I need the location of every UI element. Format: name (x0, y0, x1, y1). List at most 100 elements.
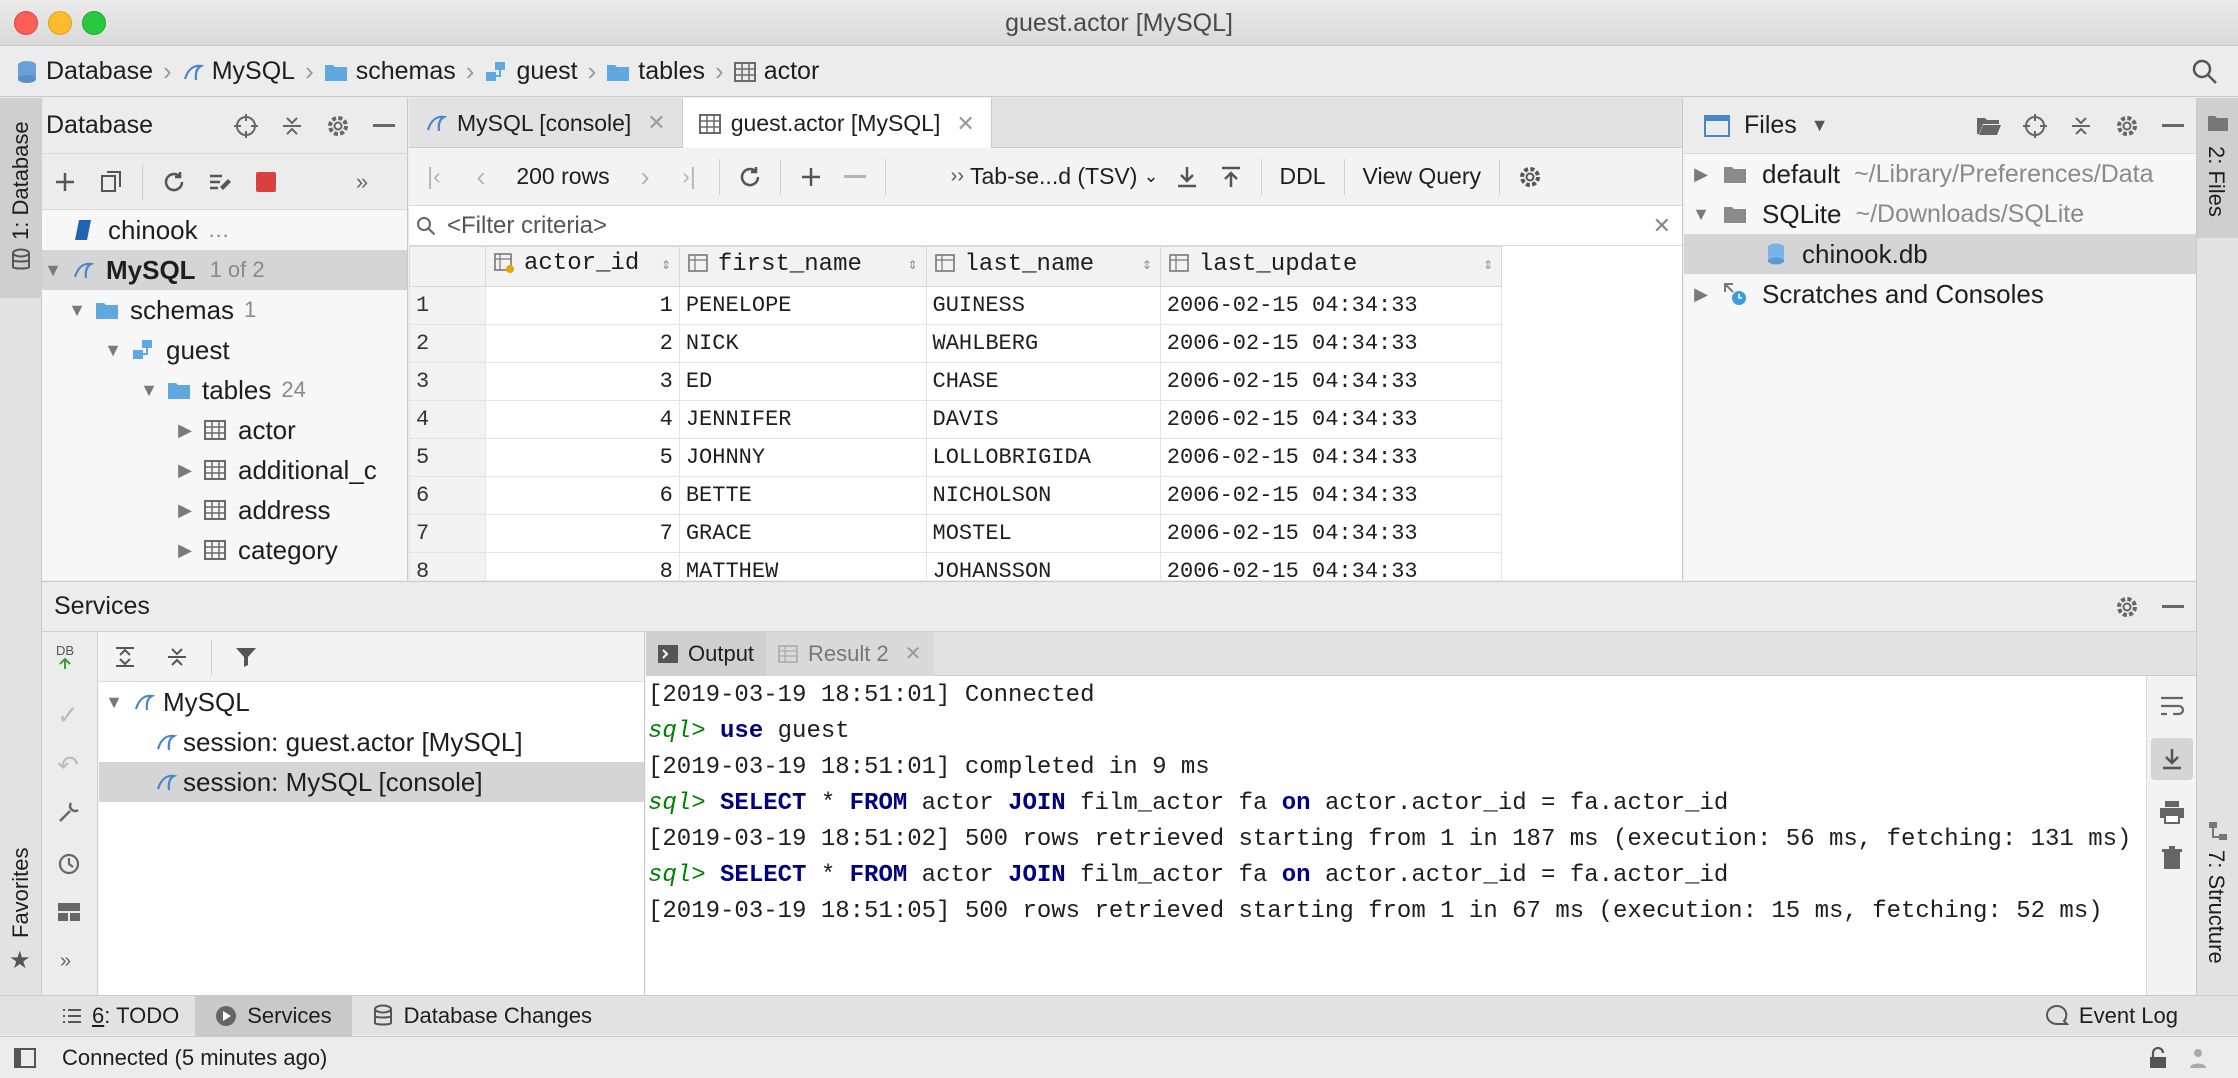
table-row[interactable]: 6 6 BETTE NICHOLSON 2006-02-15 04:34:33 (409, 476, 1502, 515)
services-item-mysql[interactable]: ▼ MySQL (99, 682, 644, 722)
first-name-cell[interactable]: NICK (678, 324, 927, 363)
print-icon[interactable] (2159, 800, 2185, 824)
files-item-default[interactable]: ▶ default ~/Library/Preferences/Data (1684, 154, 2196, 194)
copy-icon[interactable] (88, 170, 134, 194)
tab-result-2[interactable]: Result 2 ✕ (766, 631, 934, 676)
tool-windows-toggle-icon[interactable] (0, 1047, 50, 1068)
history-icon[interactable] (57, 852, 81, 876)
files-item-scratches[interactable]: ▶ Scratches and Consoles (1684, 274, 2196, 314)
structure-tool-tab[interactable]: 7: Structure (2203, 850, 2229, 964)
console-output[interactable]: [2019-03-19 18:51:01] Connected sql> use … (646, 676, 2178, 996)
tree-item-category[interactable]: ▶ category (42, 530, 407, 570)
rollback-icon[interactable]: ↶ (57, 750, 79, 781)
delete-row-icon[interactable] (833, 148, 877, 206)
services-item-session-console[interactable]: session: MySQL [console] (99, 762, 644, 802)
sort-icon[interactable]: ⇕ (1483, 254, 1493, 274)
collapse-icon[interactable] (269, 114, 315, 138)
last-update-cell[interactable]: 2006-02-15 04:34:33 (1159, 286, 1502, 325)
last-name-cell[interactable]: LOLLOBRIGIDA (925, 438, 1161, 477)
expand-all-icon[interactable] (99, 645, 151, 669)
panel-title[interactable]: Files (1744, 111, 1797, 140)
collapse-icon[interactable] (2058, 114, 2104, 138)
first-page-icon[interactable]: |‹ (409, 148, 459, 206)
tree-item-schemas[interactable]: ▼ schemas 1 (42, 290, 407, 330)
ddl-button[interactable]: DDL (1270, 148, 1336, 206)
actor-id-cell[interactable]: 3 (485, 362, 680, 401)
actor-id-cell[interactable]: 4 (485, 400, 680, 439)
tree-item-guest[interactable]: ▼ guest (42, 330, 407, 370)
breadcrumb-schemas[interactable]: schemas (324, 57, 456, 86)
close-icon[interactable]: ✕ (647, 110, 665, 136)
table-row[interactable]: 7 7 GRACE MOSTEL 2006-02-15 04:34:33 (409, 514, 1502, 553)
actor-id-cell[interactable]: 1 (485, 286, 680, 325)
last-update-cell[interactable]: 2006-02-15 04:34:33 (1159, 400, 1502, 439)
first-name-cell[interactable]: BETTE (678, 476, 927, 515)
minimize-icon[interactable] (2150, 123, 2196, 128)
crosshair-icon[interactable] (223, 113, 269, 139)
layout-icon[interactable] (57, 902, 81, 922)
breadcrumb-database[interactable]: Database (16, 57, 153, 86)
table-row[interactable]: 8 8 MATTHEW JOHANSSON 2006-02-15 04:34:33 (409, 552, 1502, 580)
breadcrumb-mysql[interactable]: MySQL (182, 57, 295, 86)
tree-item-tables[interactable]: ▼ tables 24 (42, 370, 407, 410)
last-name-cell[interactable]: WAHLBERG (925, 324, 1161, 363)
inspector-icon[interactable] (2178, 1047, 2218, 1069)
export-format-dropdown[interactable]: Tab-se...d (TSV) ⌄ (964, 148, 1165, 206)
column-header-first-name[interactable]: first_name ⇕ (678, 246, 927, 287)
tree-item-mysql[interactable]: ▼ MySQL 1 of 2 (42, 250, 407, 290)
tab-guest-actor[interactable]: guest.actor [MySQL] ✕ (682, 98, 992, 149)
more-icon[interactable]: » (60, 950, 71, 973)
services-item-session-actor[interactable]: session: guest.actor [MySQL] (99, 722, 644, 762)
tree-item-address[interactable]: ▶ address (42, 490, 407, 530)
more-icon[interactable]: » (339, 169, 385, 195)
gear-icon[interactable] (2104, 113, 2150, 139)
actor-id-cell[interactable]: 6 (485, 476, 680, 515)
sort-icon[interactable]: ⇕ (661, 254, 671, 274)
row-count-selector[interactable]: 200 rows (503, 148, 623, 206)
table-row[interactable]: 2 2 NICK WAHLBERG 2006-02-15 04:34:33 (409, 324, 1502, 363)
first-name-cell[interactable]: PENELOPE (678, 286, 927, 325)
previous-page-icon[interactable]: ‹ (459, 148, 503, 206)
favorites-tool-tab[interactable]: Favorites (8, 848, 34, 938)
breadcrumb-actor[interactable]: actor (733, 57, 819, 86)
filter-icon[interactable] (220, 645, 272, 669)
table-row[interactable]: 5 5 JOHNNY LOLLOBRIGIDA 2006-02-15 04:34:33 (409, 438, 1502, 477)
first-name-cell[interactable]: GRACE (678, 514, 927, 553)
crosshair-icon[interactable] (2012, 113, 2058, 139)
stop-icon[interactable] (243, 171, 289, 192)
commit-icon[interactable]: ✓ (57, 700, 79, 731)
more-icon[interactable]: ›› (894, 148, 964, 206)
last-name-cell[interactable]: JOHANSSON (925, 552, 1161, 580)
last-page-icon[interactable]: ›| (667, 148, 711, 206)
services-tool-button[interactable]: Services (195, 995, 352, 1036)
table-row[interactable]: 1 1 PENELOPE GUINESS 2006-02-15 04:34:33 (409, 286, 1502, 325)
actor-id-cell[interactable]: 7 (485, 514, 680, 553)
actor-id-cell[interactable]: 5 (485, 438, 680, 477)
gear-icon[interactable] (1508, 148, 1552, 206)
breadcrumb-guest[interactable]: guest (484, 57, 578, 86)
clear-icon[interactable]: ✕ (1653, 213, 1671, 239)
database-changes-tool-button[interactable]: Database Changes (352, 996, 612, 1036)
column-header-last-update[interactable]: last_update ⇕ (1159, 246, 1502, 287)
last-update-cell[interactable]: 2006-02-15 04:34:33 (1159, 362, 1502, 401)
todo-tool-button[interactable]: 6: TODO (0, 996, 195, 1036)
event-log-tool-button[interactable]: Event Log (2025, 996, 2238, 1036)
sort-icon[interactable]: ⇕ (1142, 254, 1152, 274)
tree-item-chinook[interactable]: chinook … (42, 210, 407, 250)
properties-icon[interactable] (197, 170, 243, 194)
wrench-icon[interactable] (57, 800, 81, 824)
first-name-cell[interactable]: JENNIFER (678, 400, 927, 439)
table-row[interactable]: 3 3 ED CHASE 2006-02-15 04:34:33 (409, 362, 1502, 401)
breadcrumb-tables[interactable]: tables (606, 57, 705, 86)
gear-icon[interactable] (2104, 594, 2150, 620)
tab-output[interactable]: Output (646, 631, 767, 676)
tab-mysql-console[interactable]: MySQL [console] ✕ (409, 98, 683, 148)
database-tool-tab[interactable]: 1: Database (0, 98, 42, 298)
search-icon[interactable] (2192, 59, 2218, 85)
last-update-cell[interactable]: 2006-02-15 04:34:33 (1159, 476, 1502, 515)
sort-icon[interactable]: ⇕ (908, 254, 918, 274)
open-folder-icon[interactable] (1966, 115, 2012, 137)
close-icon[interactable]: ✕ (956, 111, 974, 137)
soft-wrap-icon[interactable] (2159, 694, 2185, 718)
last-name-cell[interactable]: GUINESS (925, 286, 1161, 325)
